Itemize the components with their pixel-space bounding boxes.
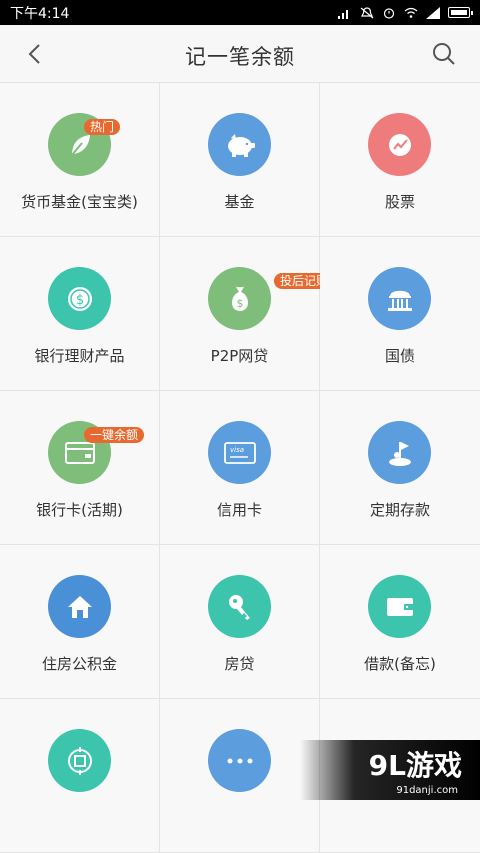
svg-text:visa: visa [230, 446, 244, 454]
status-time: 下午4:14 [10, 5, 70, 22]
cell-signal-icon [426, 6, 440, 19]
p2p-circle: $ [208, 267, 271, 330]
signal-bars-icon [338, 9, 348, 19]
mortgage-circle [208, 575, 271, 638]
grid-item-more[interactable] [160, 699, 320, 853]
grid-item-treasury-bond[interactable]: 国债 [320, 237, 480, 391]
grid-item-fund[interactable]: 基金 [160, 83, 320, 237]
grid-item-stock[interactable]: 股票 [320, 83, 480, 237]
battery-icon [448, 7, 473, 18]
svg-text:$: $ [236, 297, 243, 310]
home-icon [67, 595, 92, 618]
header-bar: 记一笔余额 [0, 25, 480, 83]
one-click-balance-badge: 一键余额 [84, 427, 145, 443]
grid-item-housing-fund[interactable]: 住房公积金 [0, 545, 160, 699]
watermark-logo-text: 9L游戏 [368, 749, 462, 782]
page-title: 记一笔余额 [185, 45, 295, 69]
grid-item-label: P2P网贷 [210, 347, 269, 365]
housing-fund-circle [48, 575, 111, 638]
grid-item-label: 定期存款 [369, 501, 430, 519]
scan-target-icon [67, 746, 92, 775]
more-circle [208, 729, 271, 792]
grid-item-mortgage[interactable]: 房贷 [160, 545, 320, 699]
grid-item-label: 国债 [384, 347, 415, 365]
grid-item-scan[interactable] [0, 699, 160, 853]
grid-item-fixed-deposit[interactable]: 定期存款 [320, 391, 480, 545]
grid-item-label: 股票 [384, 193, 415, 211]
scan-circle [48, 729, 111, 792]
grid-item-label: 房贷 [224, 655, 255, 673]
fixed-deposit-circle [368, 421, 431, 484]
piggy-bank-icon [227, 133, 255, 157]
grid-item-label: 信用卡 [216, 501, 262, 519]
stock-trend-icon [388, 133, 411, 156]
asset-type-grid: 热门 货币基金(宝宝类) 基金 股票 $ 银行理财产品 $ 投后记账 P2P网贷… [0, 83, 480, 853]
grid-item-bank-product[interactable]: $ 银行理财产品 [0, 237, 160, 391]
grid-item-label: 银行理财产品 [34, 347, 125, 365]
credit-card-icon: visa [223, 441, 256, 464]
grid-item-money-fund[interactable]: 热门 货币基金(宝宝类) [0, 83, 160, 237]
status-bar: 下午4:14 [0, 0, 480, 25]
bank-product-circle: $ [48, 267, 111, 330]
grid-item-label: 住房公积金 [41, 655, 117, 673]
credit-card-circle: visa [208, 421, 271, 484]
grid-item-credit-card[interactable]: visa 信用卡 [160, 391, 320, 545]
more-icon [227, 758, 252, 763]
money-bag-icon: $ [231, 286, 248, 311]
alarm-clock-icon [383, 7, 395, 19]
svg-text:$: $ [75, 293, 83, 308]
key-icon [228, 594, 250, 620]
government-building-icon [387, 290, 412, 311]
flag-icon [388, 441, 411, 466]
status-icons [338, 6, 473, 19]
coin-icon: $ [67, 286, 92, 311]
grid-item-bank-card[interactable]: 一键余额 银行卡(活期) [0, 391, 160, 545]
grid-item-p2p[interactable]: $ 投后记账 P2P网贷 [160, 237, 335, 391]
grid-item-label: 银行卡(活期) [36, 501, 123, 519]
fund-circle [208, 113, 271, 176]
grid-item-label: 基金 [224, 193, 255, 211]
wifi-icon [404, 7, 418, 18]
mute-bell-icon [360, 6, 374, 18]
treasury-bond-circle [368, 267, 431, 330]
watermark-url: 91danji.com [396, 785, 458, 796]
grid-item-label: 借款(备忘) [364, 655, 436, 673]
wallet-card-icon [64, 441, 95, 464]
watermark: 9L游戏 91danji.com [300, 740, 480, 800]
grid-item-label: 货币基金(宝宝类) [21, 193, 138, 211]
stock-circle [368, 113, 431, 176]
loan-memo-circle [368, 575, 431, 638]
wallet-icon [386, 597, 413, 616]
search-icon[interactable] [428, 38, 460, 70]
grid-item-loan-memo[interactable]: 借款(备忘) [320, 545, 480, 699]
hot-badge: 热门 [84, 119, 121, 135]
